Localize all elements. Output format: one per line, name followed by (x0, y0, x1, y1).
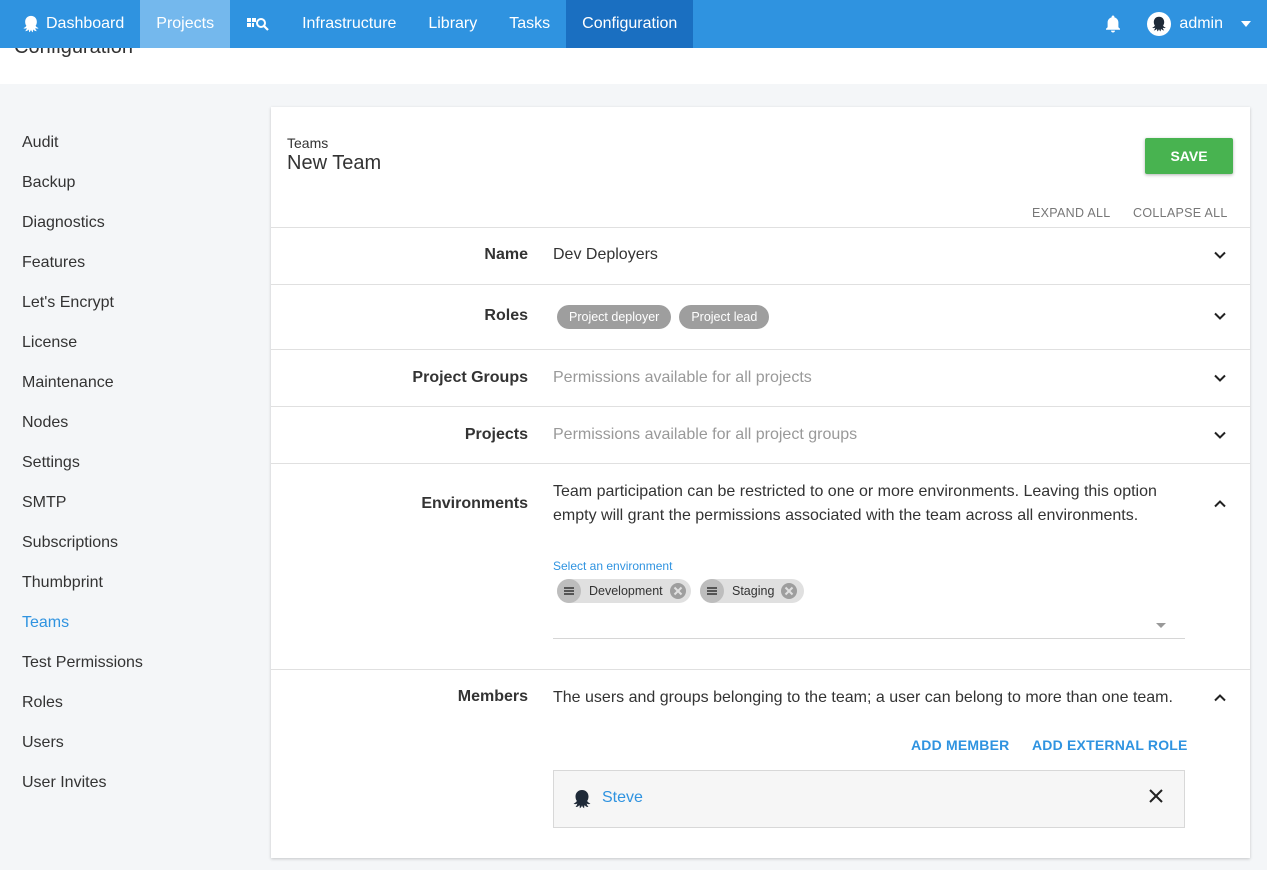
nav-dashboard[interactable]: Dashboard (0, 0, 140, 48)
octopus-logo-icon (23, 15, 39, 33)
remove-chip-icon[interactable] (669, 582, 687, 600)
nav-search[interactable] (230, 0, 286, 48)
add-member-button[interactable]: ADD MEMBER (911, 737, 1009, 753)
octopus-avatar-icon (1152, 16, 1167, 32)
search-projects-icon (247, 18, 269, 31)
sidebar-item-maintenance[interactable]: Maintenance (22, 374, 114, 392)
nav-dashboard-label: Dashboard (46, 15, 125, 32)
user-menu[interactable]: admin (1135, 0, 1267, 48)
role-chip: Project lead (679, 305, 770, 329)
section-label: Projects (464, 426, 528, 443)
section-label: Name (484, 246, 528, 263)
environment-chip-label: Staging (732, 584, 775, 598)
sidebar-item-subscriptions[interactable]: Subscriptions (22, 534, 118, 552)
chevron-down-icon[interactable] (1213, 309, 1227, 323)
sidebar-item-settings[interactable]: Settings (22, 454, 80, 472)
role-chip: Project deployer (557, 305, 672, 329)
project-groups-value: Permissions available for all projects (553, 369, 812, 386)
environment-chip-development: Development (557, 579, 691, 603)
section-environments: Environments Team participation can be r… (271, 463, 1250, 669)
sidebar-item-features[interactable]: Features (22, 254, 85, 272)
environment-field-label: Select an environment (553, 559, 673, 573)
nav-library[interactable]: Library (412, 0, 493, 48)
member-name-link[interactable]: Steve (602, 789, 643, 807)
breadcrumb[interactable]: Teams (287, 135, 328, 151)
close-icon[interactable] (1148, 788, 1164, 804)
nav-projects-label: Projects (156, 15, 215, 32)
nav-projects[interactable]: Projects (140, 0, 231, 48)
card-title: New Team (287, 152, 382, 174)
sidebar-item-backup[interactable]: Backup (22, 174, 75, 192)
nav-infrastructure-label: Infrastructure (302, 15, 397, 32)
projects-value: Permissions available for all project gr… (553, 426, 858, 443)
chevron-up-icon[interactable] (1213, 497, 1227, 511)
environment-icon (557, 579, 581, 603)
expand-all-button[interactable]: EXPAND ALL (1032, 206, 1111, 220)
sidebar-item-lets-encrypt[interactable]: Let's Encrypt (22, 294, 114, 312)
dropdown-arrow-icon[interactable] (1156, 623, 1166, 628)
members-description: The users and groups belonging to the te… (553, 689, 1173, 706)
nav-infrastructure[interactable]: Infrastructure (286, 0, 412, 48)
sidebar-item-audit[interactable]: Audit (22, 134, 58, 152)
section-label: Environments (421, 495, 528, 512)
section-label: Roles (484, 307, 528, 324)
environment-chip-staging: Staging (700, 579, 804, 603)
user-name: admin (1179, 15, 1223, 32)
page-title: Configuration (14, 48, 133, 59)
chevron-down-icon (1241, 21, 1251, 27)
sidebar-item-license[interactable]: License (22, 334, 77, 352)
section-project-groups[interactable]: Project Groups Permissions available for… (271, 349, 1250, 406)
section-projects[interactable]: Projects Permissions available for all p… (271, 406, 1250, 463)
sidebar-item-user-invites[interactable]: User Invites (22, 774, 106, 792)
nav-library-label: Library (428, 15, 478, 32)
section-roles[interactable]: Roles Project deployer Project lead (271, 284, 1250, 349)
sidebar-item-thumbprint[interactable]: Thumbprint (22, 574, 103, 592)
octopus-user-icon (573, 790, 591, 809)
sidebar-item-diagnostics[interactable]: Diagnostics (22, 214, 105, 232)
environment-select-underline[interactable] (553, 638, 1185, 639)
environments-description: Team participation can be restricted to … (553, 483, 1157, 524)
sidebar-item-users[interactable]: Users (22, 734, 64, 752)
chevron-down-icon[interactable] (1213, 371, 1227, 385)
bell-icon (1106, 15, 1121, 33)
nav-tasks[interactable]: Tasks (493, 0, 566, 48)
add-external-role-button[interactable]: ADD EXTERNAL ROLE (1032, 737, 1188, 753)
nav-configuration-label: Configuration (582, 15, 678, 32)
avatar (1147, 12, 1172, 36)
environment-icon (700, 579, 724, 603)
sidebar-item-nodes[interactable]: Nodes (22, 414, 68, 432)
section-name[interactable]: Name Dev Deployers (271, 227, 1250, 284)
roles-chips: Project deployer Project lead (557, 305, 777, 329)
section-label: Project Groups (412, 369, 528, 386)
nav-configuration[interactable]: Configuration (566, 0, 694, 48)
nav-tasks-label: Tasks (509, 15, 551, 32)
notifications-button[interactable] (1091, 0, 1135, 48)
section-members: Members The users and groups belonging t… (271, 669, 1250, 858)
chevron-down-icon[interactable] (1213, 428, 1227, 442)
page-header: Configuration (0, 48, 1267, 84)
team-editor-card: Teams New Team SAVE EXPAND ALL COLLAPSE … (271, 107, 1250, 858)
top-nav: Dashboard Projects Infrastructure Librar… (0, 0, 1267, 48)
sidebar-item-roles[interactable]: Roles (22, 694, 63, 712)
chevron-down-icon[interactable] (1213, 248, 1227, 262)
chevron-up-icon[interactable] (1213, 691, 1227, 705)
environment-chip-label: Development (589, 584, 663, 598)
remove-chip-icon[interactable] (780, 582, 798, 600)
member-list-item: Steve (553, 770, 1185, 828)
team-name-value: Dev Deployers (553, 246, 658, 263)
sidebar-item-teams[interactable]: Teams (22, 614, 69, 632)
sidebar-item-test-permissions[interactable]: Test Permissions (22, 654, 143, 672)
sidebar-item-smtp[interactable]: SMTP (22, 494, 66, 512)
collapse-all-button[interactable]: COLLAPSE ALL (1133, 206, 1228, 220)
section-label: Members (457, 688, 528, 705)
nav-right: admin (1091, 0, 1267, 48)
save-button[interactable]: SAVE (1145, 138, 1233, 174)
